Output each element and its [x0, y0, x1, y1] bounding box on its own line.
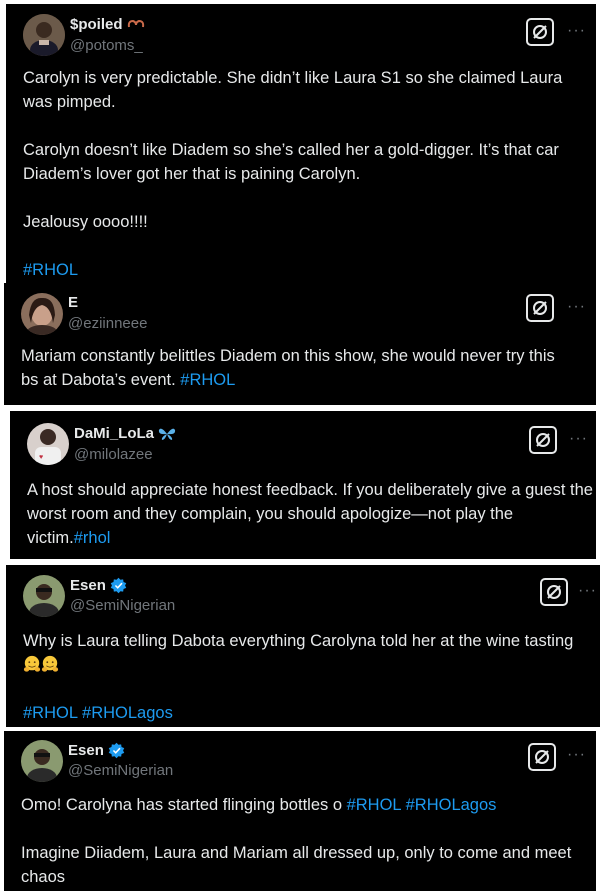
hashtag-link[interactable]: #rhol — [74, 529, 111, 547]
display-name[interactable]: $poiled — [70, 16, 145, 33]
avatar[interactable] — [21, 293, 63, 335]
heart-hands-icon — [127, 19, 144, 27]
avatar[interactable] — [23, 575, 65, 617]
avatar[interactable] — [23, 14, 65, 56]
tweet-text: Omo! Carolyna has started flinging bottl… — [21, 796, 572, 886]
display-name[interactable]: E — [68, 294, 78, 311]
display-name[interactable]: Esen — [70, 577, 127, 594]
svg-text:♥: ♥ — [39, 454, 43, 461]
grok-icon[interactable] — [526, 18, 554, 46]
user-handle[interactable]: @milolazee — [74, 446, 153, 463]
butterfly-icon — [158, 428, 176, 440]
hashtag-link[interactable]: #RHOL — [23, 261, 78, 279]
tweet-text: Mariam constantly belittles Diadem on th… — [21, 347, 555, 389]
tweet-card[interactable]: Esen @SemiNigerian ··· Omo! Carolyna has… — [4, 731, 596, 891]
user-handle[interactable]: @eziinneee — [68, 315, 147, 332]
display-name[interactable]: Esen — [68, 742, 125, 759]
verified-badge-icon — [110, 577, 127, 594]
tweet-text: Carolyn is very predictable. She didn’t … — [23, 69, 563, 279]
tweet-card[interactable]: E @eziinneee ··· Mariam constantly belit… — [4, 283, 596, 405]
hashtag-link[interactable]: #RHOL — [23, 704, 77, 722]
grok-icon[interactable] — [529, 426, 557, 454]
tweet-card[interactable]: Esen @SemiNigerian ··· Why is Laura tell… — [6, 565, 600, 727]
more-options-icon[interactable]: ··· — [567, 23, 586, 39]
grok-icon[interactable] — [526, 294, 554, 322]
avatar[interactable] — [21, 740, 63, 782]
more-options-icon[interactable]: ··· — [567, 299, 586, 315]
tweet-text: A host should appreciate honest feedback… — [27, 481, 593, 547]
user-handle[interactable]: @SemiNigerian — [70, 597, 175, 614]
hashtag-link[interactable]: #RHOLagos — [406, 796, 497, 814]
grok-icon[interactable] — [540, 578, 568, 606]
more-options-icon[interactable]: ··· — [578, 583, 597, 599]
tweet-text: Why is Laura telling Dabota everything C… — [23, 632, 574, 722]
hashtag-link[interactable]: #RHOLagos — [82, 704, 173, 722]
avatar[interactable]: ♥ — [27, 423, 69, 465]
grok-icon[interactable] — [528, 743, 556, 771]
user-handle[interactable]: @potoms_ — [70, 37, 143, 54]
tweet-card[interactable]: $poiled @potoms_ ··· Carolyn is very pre… — [6, 4, 596, 283]
hashtag-link[interactable]: #RHOL — [347, 796, 401, 814]
user-handle[interactable]: @SemiNigerian — [68, 762, 173, 779]
hugging-face-emoji-icon — [23, 655, 41, 672]
verified-badge-icon — [108, 742, 125, 759]
hashtag-link[interactable]: #RHOL — [180, 371, 235, 389]
more-options-icon[interactable]: ··· — [569, 431, 588, 447]
display-name[interactable]: DaMi_LoLa — [74, 425, 176, 442]
more-options-icon[interactable]: ··· — [567, 747, 586, 763]
tweet-card[interactable]: ♥ DaMi_LoLa @milolazee ··· A host should… — [10, 411, 596, 559]
hugging-face-emoji-icon — [41, 655, 59, 672]
